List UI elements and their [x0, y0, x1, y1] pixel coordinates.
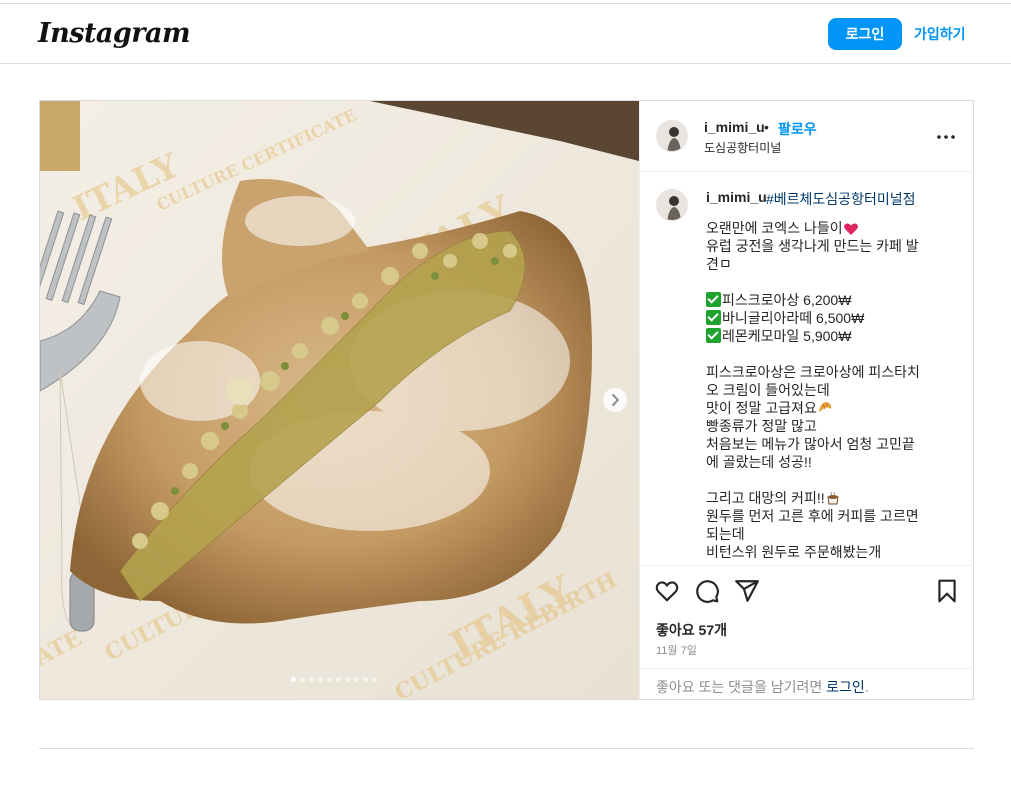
carousel-dot [309, 677, 314, 682]
carousel-dot [318, 677, 323, 682]
signup-link[interactable]: 가입하기 [914, 18, 966, 50]
croissant-emoji-icon [818, 402, 831, 412]
carousel-dot [300, 677, 305, 682]
carousel-dot [291, 677, 296, 682]
caption-line: 견ㅁ [706, 256, 732, 272]
bookmark-icon [938, 579, 956, 603]
username-link[interactable]: i_mimi_u [704, 119, 765, 135]
caption-text: 오랜만에 코엑스 나들이 유럽 궁전을 생각나게 만드는 카페 발 견ㅁ 피스크… [706, 219, 946, 561]
comment-login-link[interactable]: 로그인 [826, 679, 865, 695]
share-icon [735, 580, 759, 602]
avatar-image [657, 121, 687, 151]
instagram-logo[interactable]: Instagram [38, 18, 191, 49]
carousel-dot [354, 677, 359, 682]
caption-line: 되는데 [706, 526, 745, 542]
share-button[interactable] [734, 578, 760, 604]
caption-line: 유럽 궁전을 생각나게 만드는 카페 발 [706, 238, 919, 254]
avatar-image [657, 190, 687, 220]
carousel-dot [372, 677, 377, 682]
comment-prompt: 좋아요 또는 댓글을 남기려면 로그인. [656, 677, 869, 697]
action-bar [640, 565, 974, 611]
caption-line: 그리고 대망의 커피!! [706, 490, 825, 506]
menu-item-text: 레몬케모마일 5,900₩ [722, 328, 852, 344]
caption-line: 맛이 정말 고급져요 [706, 400, 817, 416]
menu-item-text: 바니글리아라떼 6,500₩ [722, 310, 865, 326]
post-date[interactable]: 11월 7일 [656, 642, 697, 658]
caption-line: 오 크림이 들어있는데 [706, 382, 830, 398]
caption-line: 피스크로아상은 크로아상에 피스타치 [706, 364, 920, 380]
caption-line: 비턴스위 원두로 주문해봤는개 [706, 544, 882, 560]
post-sidebar: i_mimi_u • 팔로우 도심공항터미널 i_mimi_u #베르체도심공항… [639, 101, 974, 699]
bookmark-button[interactable] [934, 578, 960, 604]
caption-username[interactable]: i_mimi_u [706, 189, 767, 205]
check-mark-icon [706, 292, 721, 307]
avatar[interactable] [656, 120, 688, 152]
caption-line: 처음보는 메뉴가 많아서 엄청 고민끝 [706, 436, 915, 452]
caption-hashtag[interactable]: #베르체도심공항터미널점 [766, 189, 915, 209]
menu-item-text: 피스크로아상 6,200₩ [722, 292, 852, 308]
comment-button[interactable] [694, 578, 720, 604]
more-options-button[interactable] [934, 125, 958, 149]
top-header: Instagram 로그인 가입하기 [0, 4, 1011, 64]
location-link[interactable]: 도심공항터미널 [704, 139, 781, 156]
comment-prompt-period: . [864, 679, 869, 695]
carousel-dots [291, 677, 377, 683]
caption-area: i_mimi_u #베르체도심공항터미널점 오랜만에 코엑스 나들이 유럽 궁전… [640, 173, 974, 561]
post-image[interactable]: ITALY ITALY ITALY CULTURE REBIRTH CULTUR… [40, 101, 639, 699]
coffee-emoji-icon [827, 491, 839, 505]
heart-icon [655, 581, 679, 602]
login-button[interactable]: 로그인 [828, 18, 902, 50]
caption-line: 오랜만에 코엑스 나들이 [706, 220, 843, 236]
carousel-dot [345, 677, 350, 682]
heart-emoji-icon [843, 223, 858, 235]
post-card: ITALY ITALY ITALY CULTURE REBIRTH CULTUR… [39, 100, 974, 700]
check-mark-icon [706, 328, 721, 343]
avatar[interactable] [656, 189, 688, 221]
comment-icon [696, 580, 719, 603]
separator-dot: • [764, 119, 769, 135]
caption-line: 원두를 먼저 고른 후에 커피를 고르면 [706, 508, 919, 524]
comment-prompt-text: 좋아요 또는 댓글을 남기려면 [656, 679, 827, 695]
more-icon [937, 135, 955, 139]
chevron-right-icon [612, 394, 619, 406]
follow-button[interactable]: 팔로우 [778, 119, 817, 139]
carousel-dot [327, 677, 332, 682]
footer-divider [39, 748, 974, 749]
next-slide-button[interactable] [603, 388, 627, 412]
check-mark-icon [706, 310, 721, 325]
caption-line: 빵종류가 정말 많고 [706, 418, 817, 434]
carousel-dot [363, 677, 368, 682]
carousel-dot [336, 677, 341, 682]
comment-bar: 좋아요 또는 댓글을 남기려면 로그인. [640, 668, 974, 699]
like-button[interactable] [654, 578, 680, 604]
post-header: i_mimi_u • 팔로우 도심공항터미널 [640, 101, 974, 172]
like-count[interactable]: 좋아요 57개 [656, 620, 727, 640]
croissant-photo: ITALY ITALY ITALY CULTURE REBIRTH CULTUR… [40, 101, 639, 699]
caption-line: 에 골랐는데 성공!! [706, 454, 812, 470]
